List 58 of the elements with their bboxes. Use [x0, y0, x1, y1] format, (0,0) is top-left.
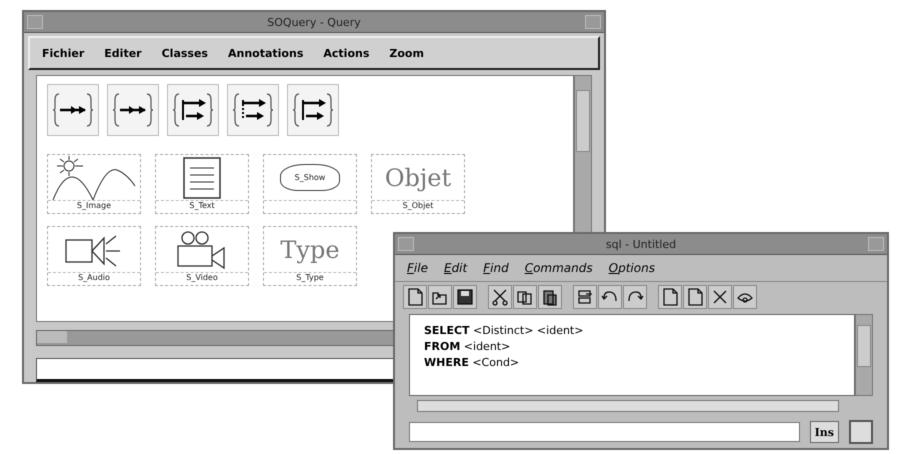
paste-icon[interactable] — [538, 285, 562, 309]
window-title: SOQuery - Query — [267, 16, 361, 28]
component-tile[interactable]: Type S_Type — [263, 226, 357, 286]
menu-item[interactable]: Edit — [444, 261, 468, 275]
path-tool-button[interactable] — [167, 84, 219, 136]
save-icon[interactable] — [453, 285, 477, 309]
component-label: S_Objet — [372, 200, 464, 213]
close-icon[interactable] — [708, 285, 732, 309]
component-tile[interactable]: S_Show — [263, 154, 357, 214]
form-icon[interactable] — [573, 285, 597, 309]
menu-item[interactable]: Zoom — [389, 46, 424, 60]
path-tool-button[interactable] — [47, 84, 99, 136]
input-field[interactable] — [409, 422, 800, 442]
page-icon[interactable] — [658, 285, 682, 309]
type-word: Type — [280, 236, 340, 264]
menu-item[interactable]: Commands — [524, 261, 593, 275]
menu-item[interactable]: File — [407, 261, 428, 275]
query-line: WHERE <Cond> — [424, 355, 520, 371]
component-tile[interactable]: S_Audio — [47, 226, 141, 286]
open-folder-icon[interactable] — [428, 285, 452, 309]
horizontal-scrollbar[interactable] — [417, 400, 839, 412]
query-line: FROM <ident> — [424, 339, 512, 355]
eye-icon[interactable] — [733, 285, 757, 309]
copy-icon[interactable] — [513, 285, 537, 309]
document-icon — [182, 156, 222, 200]
component-tile[interactable]: Objet S_Objet — [371, 154, 465, 214]
new-file-icon[interactable] — [403, 285, 427, 309]
path-tool-button[interactable] — [107, 84, 159, 136]
menu-item[interactable]: Classes — [162, 46, 208, 60]
component-label: S_Type — [264, 272, 356, 285]
menu-item[interactable]: Editer — [104, 46, 142, 60]
window-title: sql - Untitled — [606, 238, 676, 250]
component-label: S_Video — [156, 272, 248, 285]
type-word: Objet — [384, 164, 452, 192]
vertical-scrollbar[interactable] — [855, 314, 873, 396]
query-line: SELECT <Distinct> <ident> — [424, 323, 584, 339]
insert-button[interactable]: Ins — [810, 421, 839, 443]
component-tile[interactable]: S_Video — [155, 226, 249, 286]
menu-item[interactable]: Actions — [323, 46, 370, 60]
component-label: S_Audio — [48, 272, 140, 285]
menu-item[interactable]: Options — [608, 261, 655, 275]
path-tool-button[interactable] — [287, 84, 339, 136]
undo-icon[interactable] — [598, 285, 622, 309]
scroll-shape: S_Show — [280, 164, 340, 191]
scissors-icon[interactable] — [488, 285, 512, 309]
component-tile[interactable]: S_Image — [47, 154, 141, 214]
component-label: S_Text — [156, 200, 248, 213]
landscape-icon — [51, 156, 137, 200]
blank-button[interactable] — [849, 420, 873, 444]
component-label: S_Image — [48, 200, 140, 213]
menu-item[interactable]: Find — [483, 261, 509, 275]
path-tool-button[interactable] — [227, 84, 279, 136]
query-editor[interactable]: SELECT <Distinct> <ident> FROM <ident> WHERE <Cond> — [409, 314, 855, 396]
menu-item[interactable]: Fichier — [42, 46, 84, 60]
redo-icon[interactable] — [623, 285, 647, 309]
menu-item[interactable]: Annotations — [228, 46, 304, 60]
component-tile[interactable]: S_Text — [155, 154, 249, 214]
page-icon[interactable] — [683, 285, 707, 309]
